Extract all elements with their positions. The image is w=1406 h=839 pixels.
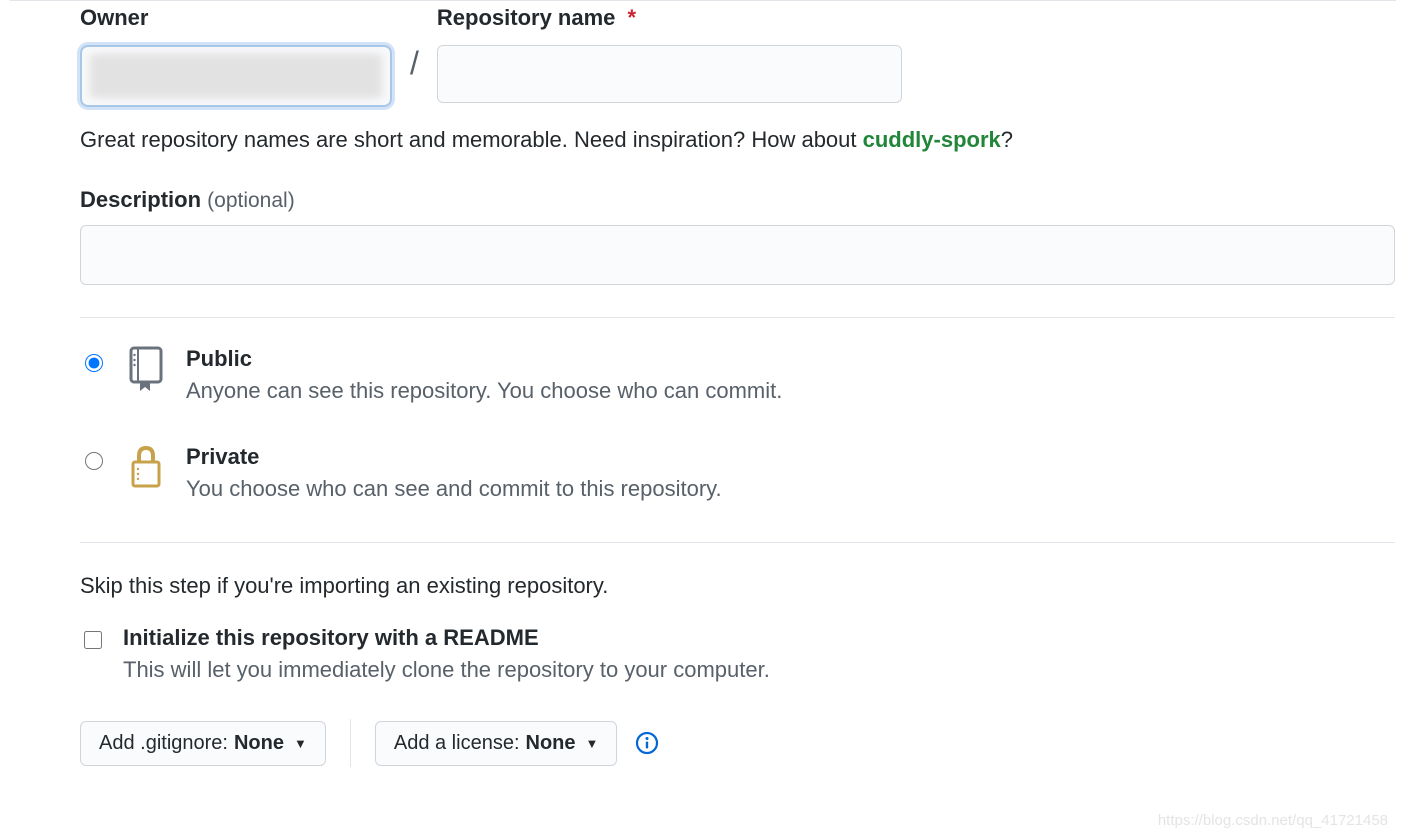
gitignore-dropdown[interactable]: Add .gitignore: None ▼ — [80, 721, 326, 766]
owner-avatar-blurred — [90, 54, 382, 98]
description-label: Description (optional) — [80, 187, 1396, 213]
visibility-private-option[interactable]: Private You choose who can see and commi… — [80, 444, 1396, 502]
private-radio[interactable] — [85, 452, 103, 470]
slash-separator: / — [392, 45, 437, 82]
private-desc: You choose who can see and commit to thi… — [186, 476, 722, 502]
readme-title: Initialize this repository with a README — [123, 625, 770, 651]
lock-icon — [124, 444, 168, 490]
gitignore-label: Add .gitignore: — [99, 732, 228, 755]
helper-suffix: ? — [1001, 127, 1013, 152]
name-suggestion-link[interactable]: cuddly-spork — [863, 127, 1001, 152]
vertical-separator — [350, 719, 351, 767]
public-title: Public — [186, 346, 782, 372]
caret-down-icon: ▼ — [586, 736, 599, 751]
repo-name-label: Repository name * — [437, 5, 902, 31]
license-dropdown[interactable]: Add a license: None ▼ — [375, 721, 618, 766]
public-desc: Anyone can see this repository. You choo… — [186, 378, 782, 404]
visibility-public-option[interactable]: Public Anyone can see this repository. Y… — [80, 346, 1396, 404]
private-title: Private — [186, 444, 722, 470]
helper-prefix: Great repository names are short and mem… — [80, 127, 863, 152]
readme-desc: This will let you immediately clone the … — [123, 657, 770, 683]
repo-icon — [124, 346, 168, 392]
helper-text: Great repository names are short and mem… — [80, 127, 1396, 153]
description-input[interactable] — [80, 225, 1395, 285]
public-radio[interactable] — [85, 354, 103, 372]
caret-down-icon: ▼ — [294, 736, 307, 751]
description-label-text: Description — [80, 187, 201, 212]
optional-text: (optional) — [207, 189, 295, 212]
owner-label: Owner — [80, 5, 392, 31]
owner-select[interactable] — [80, 45, 392, 107]
watermark-text: https://blog.csdn.net/qq_41721458 — [1158, 812, 1388, 829]
info-icon[interactable] — [635, 731, 659, 755]
gitignore-value: None — [234, 732, 284, 755]
license-label: Add a license: — [394, 732, 520, 755]
divider-1 — [80, 317, 1395, 318]
readme-checkbox-row[interactable]: Initialize this repository with a README… — [80, 625, 1396, 683]
repo-name-label-text: Repository name — [437, 5, 616, 30]
required-asterisk: * — [628, 5, 637, 30]
readme-checkbox[interactable] — [84, 631, 102, 649]
license-value: None — [526, 732, 576, 755]
skip-text: Skip this step if you're importing an ex… — [80, 573, 1396, 599]
repo-name-input[interactable] — [437, 45, 902, 103]
divider-2 — [80, 542, 1395, 543]
